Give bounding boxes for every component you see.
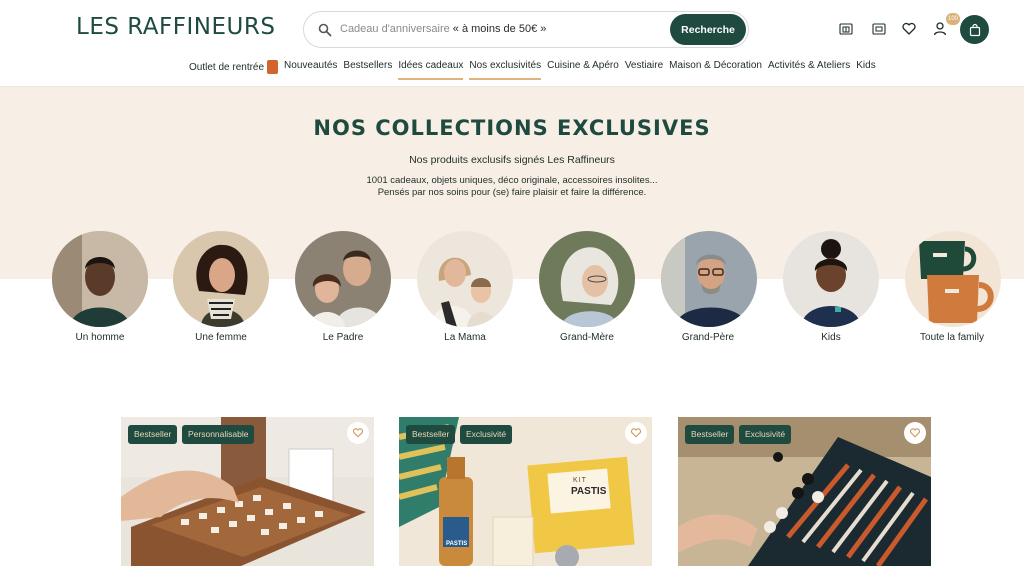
nav-item-bestsellers[interactable]: Bestsellers <box>343 60 392 80</box>
nav-item-maison[interactable]: Maison & Décoration <box>669 60 762 80</box>
nav-item-nouveautes[interactable]: Nouveautés <box>284 60 337 80</box>
site-logo[interactable]: LES RAFFINEURS <box>76 14 275 40</box>
collection-photo-toute-la-family[interactable] <box>905 231 1001 327</box>
search-button[interactable]: Recherche <box>670 14 746 45</box>
nav-item-label: Nouveautés <box>284 60 338 71</box>
nav-item-label: Activités & Ateliers <box>768 60 851 71</box>
collection-label[interactable]: Le Padre <box>278 332 408 343</box>
collection-label[interactable]: Grand-Mère <box>522 332 652 343</box>
collection-photo-kids[interactable] <box>783 231 879 327</box>
collection-photo-la-mama[interactable] <box>417 231 513 327</box>
collection-label[interactable]: Kids <box>766 332 896 343</box>
cart-count-badge: 100 <box>946 13 960 25</box>
search-bar[interactable]: Cadeau d'anniversaire « à moins de 50€ »… <box>303 11 749 48</box>
cart-button[interactable] <box>960 15 989 44</box>
collection-label[interactable]: Une femme <box>156 332 286 343</box>
collection-photo-un-homme[interactable] <box>52 231 148 327</box>
hero-desc-line: Pensés par nos soins pour (se) faire pla… <box>377 187 647 198</box>
woman-portrait-icon <box>173 231 269 327</box>
nav-item-kids[interactable]: Kids <box>856 60 875 80</box>
grandmother-portrait-icon <box>539 231 635 327</box>
nav-item-label: Vestiaire <box>624 60 664 71</box>
page-title: NOS COLLECTIONS EXCLUSIVES <box>313 116 711 140</box>
collection-photo-grand-mere[interactable] <box>539 231 635 327</box>
wishlist-button[interactable] <box>625 422 647 444</box>
mother-child-portrait-icon <box>417 231 513 327</box>
nav-item-label: Outlet de rentrée <box>189 62 265 73</box>
wishlist-button[interactable] <box>347 422 369 444</box>
hero-description: 1001 cadeaux, objets uniques, déco origi… <box>0 175 1024 199</box>
nav-item-label: Cuisine & Apéro <box>547 60 619 71</box>
product-tag: Bestseller <box>128 425 178 444</box>
product-tag: Exclusivité <box>460 425 513 444</box>
product-card[interactable]: Bestseller Exclusivité <box>678 417 931 566</box>
collection-label[interactable]: La Mama <box>400 332 530 343</box>
heart-icon <box>909 428 921 438</box>
nav-item-label: Maison & Décoration <box>669 60 762 71</box>
hero-desc-line: 1001 cadeaux, objets uniques, déco origi… <box>366 175 658 186</box>
kit-name: PASTIS <box>571 486 607 497</box>
nav-item-cuisine[interactable]: Cuisine & Apéro <box>547 60 619 80</box>
store-icon[interactable] <box>871 21 887 37</box>
man-portrait-icon <box>52 231 148 327</box>
search-input[interactable]: Cadeau d'anniversaire « à moins de 50€ » <box>340 23 546 35</box>
mugs-icon <box>905 231 1001 327</box>
product-tag: Exclusivité <box>739 425 792 444</box>
main-nav: Outlet de rentrée Nouveautés Bestsellers… <box>189 60 882 80</box>
collection-label[interactable]: Grand-Père <box>643 332 773 343</box>
nav-item-outlet[interactable]: Outlet de rentrée <box>189 60 279 80</box>
kit-title: KIT <box>573 477 587 484</box>
search-placeholder-prefix: Cadeau d'anniversaire <box>340 23 450 35</box>
collection-photo-le-padre[interactable] <box>295 231 391 327</box>
grandfather-portrait-icon <box>661 231 757 327</box>
heart-icon <box>352 428 364 438</box>
product-tag: Personnalisable <box>182 425 255 444</box>
bag-icon <box>969 23 980 36</box>
search-icon <box>318 23 332 37</box>
product-card[interactable]: KIT PASTIS PASTIS Bestseller Exclusivité <box>399 417 652 566</box>
collection-photo-grand-pere[interactable] <box>661 231 757 327</box>
nav-item-vestiaire[interactable]: Vestiaire <box>625 60 663 80</box>
sale-tag-icon <box>267 60 279 74</box>
heart-icon <box>630 428 642 438</box>
hero-subtitle: Nos produits exclusifs signés Les Raffin… <box>409 154 615 166</box>
wishlist-button[interactable] <box>904 422 926 444</box>
nav-item-label: Idées cadeaux <box>398 60 464 71</box>
father-child-portrait-icon <box>295 231 391 327</box>
collection-label[interactable]: Toute la family <box>887 332 1017 343</box>
collection-label[interactable]: Un homme <box>35 332 165 343</box>
product-card[interactable]: Bestseller Personnalisable <box>121 417 374 566</box>
product-tag: Bestseller <box>406 425 456 444</box>
nav-item-activites[interactable]: Activités & Ateliers <box>768 60 850 80</box>
product-tag: Bestseller <box>685 425 735 444</box>
heart-icon[interactable] <box>901 21 917 37</box>
nav-item-exclusivites[interactable]: Nos exclusivités <box>469 60 542 80</box>
bottle-label: PASTIS <box>446 541 468 547</box>
nav-item-label: Kids <box>856 60 876 71</box>
nav-item-label: Nos exclusivités <box>469 60 542 71</box>
gift-card-icon[interactable] <box>838 21 854 37</box>
nav-item-label: Bestsellers <box>343 60 393 71</box>
collection-photo-une-femme[interactable] <box>173 231 269 327</box>
user-icon[interactable] <box>932 21 948 37</box>
nav-item-idees-cadeaux[interactable]: Idées cadeaux <box>398 60 464 80</box>
child-portrait-icon <box>783 231 879 327</box>
site-header: LES RAFFINEURS Cadeau d'anniversaire « à… <box>0 0 1024 87</box>
search-placeholder-suffix: « à moins de 50€ » <box>452 23 547 35</box>
